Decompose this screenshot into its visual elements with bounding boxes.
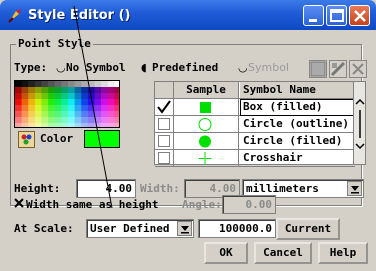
same-width-label[interactable]: Width same as height <box>26 198 158 211</box>
symbol-sample-icon <box>198 118 212 131</box>
title-bar[interactable]: Style Editor () <box>0 0 376 30</box>
scale-mode-dropdown-button[interactable] <box>177 221 192 236</box>
type-option-symbol[interactable]: Symbol <box>248 61 289 74</box>
style-editor-window: Style Editor () Point Style Type: ◡ No S… <box>0 0 376 271</box>
row-checkbox[interactable] <box>155 99 173 116</box>
symbol-sample <box>173 116 239 133</box>
color-palette[interactable] <box>14 80 120 128</box>
help-button[interactable]: Help <box>318 242 368 264</box>
symbol-sample <box>173 99 239 116</box>
angle-label: Angle: <box>182 198 222 211</box>
delete-icon <box>352 63 364 75</box>
height-label: Height: <box>14 182 61 195</box>
radio-symbol[interactable]: ◡ <box>238 61 248 74</box>
height-field[interactable]: 4.00 <box>76 179 136 198</box>
dialog-body: Point Style Type: ◡ No Symbol ◖ Predefin… <box>4 30 372 267</box>
symbol-name: Circle (outline) <box>243 117 349 130</box>
scale-mode-value: User Defined <box>90 222 170 235</box>
symbol-name: Circle (filled) <box>243 134 343 147</box>
symbol-sample <box>173 133 239 150</box>
radio-no-symbol[interactable]: ◡ <box>56 61 66 74</box>
symbol-sample-icon <box>199 135 211 148</box>
row-checkbox[interactable] <box>155 150 173 167</box>
scale-mode-select[interactable]: User Defined <box>86 219 194 238</box>
symbol-sample-icon <box>198 152 212 165</box>
symbol-sample-icon <box>200 102 211 113</box>
symbol-delete-button[interactable] <box>349 60 367 78</box>
current-scale-button[interactable]: Current <box>276 218 340 240</box>
scrollbar-arrows-icon <box>355 98 365 150</box>
symbol-list-header: Sample Symbol Name <box>155 82 367 99</box>
type-label: Type: <box>14 61 48 74</box>
selected-row-outline <box>240 99 354 116</box>
symbol-sample <box>173 150 239 167</box>
window-title: Style Editor () <box>28 8 131 23</box>
minimize-button[interactable] <box>303 5 324 26</box>
app-icon <box>8 9 21 23</box>
row-checkbox[interactable] <box>155 116 173 133</box>
grid-icon <box>310 61 326 77</box>
chevron-down-icon <box>351 186 359 194</box>
symbol-list-scrollbar[interactable] <box>353 82 365 164</box>
point-style-group-label: Point Style <box>16 37 93 50</box>
maximize-button[interactable] <box>326 5 347 26</box>
same-width-checkbox[interactable] <box>14 198 24 210</box>
minimize-icon <box>309 19 317 22</box>
width-label: Width: <box>140 182 180 195</box>
symbol-row[interactable]: Circle (outline) <box>155 116 367 133</box>
symbol-edit-button[interactable] <box>329 60 347 78</box>
edit-symbol-icon <box>330 61 346 77</box>
chevron-down-icon <box>181 226 189 234</box>
symbol-list[interactable]: Sample Symbol Name Box (filled) Circle (o… <box>154 81 367 167</box>
color-label: Color <box>40 132 74 145</box>
column-header-sample[interactable]: Sample <box>173 82 239 99</box>
cancel-button[interactable]: Cancel <box>254 242 312 264</box>
type-option-predefined[interactable]: Predefined <box>152 61 218 74</box>
angle-field[interactable]: 0.00 <box>222 195 276 214</box>
symbol-row[interactable]: Crosshair (simple <box>155 150 367 167</box>
symbol-bitmap-button[interactable] <box>309 60 327 78</box>
symbol-name: Crosshair (simple <box>243 151 303 164</box>
radio-predefined[interactable]: ◖ <box>141 61 147 74</box>
column-header-symbol-name[interactable]: Symbol Name <box>240 82 354 99</box>
row-checkbox[interactable] <box>155 133 173 150</box>
type-option-no-symbol[interactable]: No Symbol <box>66 61 126 74</box>
color-swatch[interactable] <box>84 130 120 148</box>
symbol-row[interactable]: Circle (filled) <box>155 133 367 150</box>
color-picker-icon[interactable] <box>18 131 35 148</box>
units-dropdown-button[interactable] <box>347 181 362 196</box>
units-value: millimeters <box>246 182 319 195</box>
maximize-icon <box>330 9 344 22</box>
checkmark-icon <box>157 100 171 114</box>
at-scale-label: At Scale: <box>14 222 74 235</box>
close-button[interactable] <box>349 5 370 26</box>
close-icon <box>354 10 366 22</box>
ok-button[interactable]: OK <box>204 242 248 264</box>
scale-value-field[interactable]: 100000.0 <box>198 219 276 238</box>
